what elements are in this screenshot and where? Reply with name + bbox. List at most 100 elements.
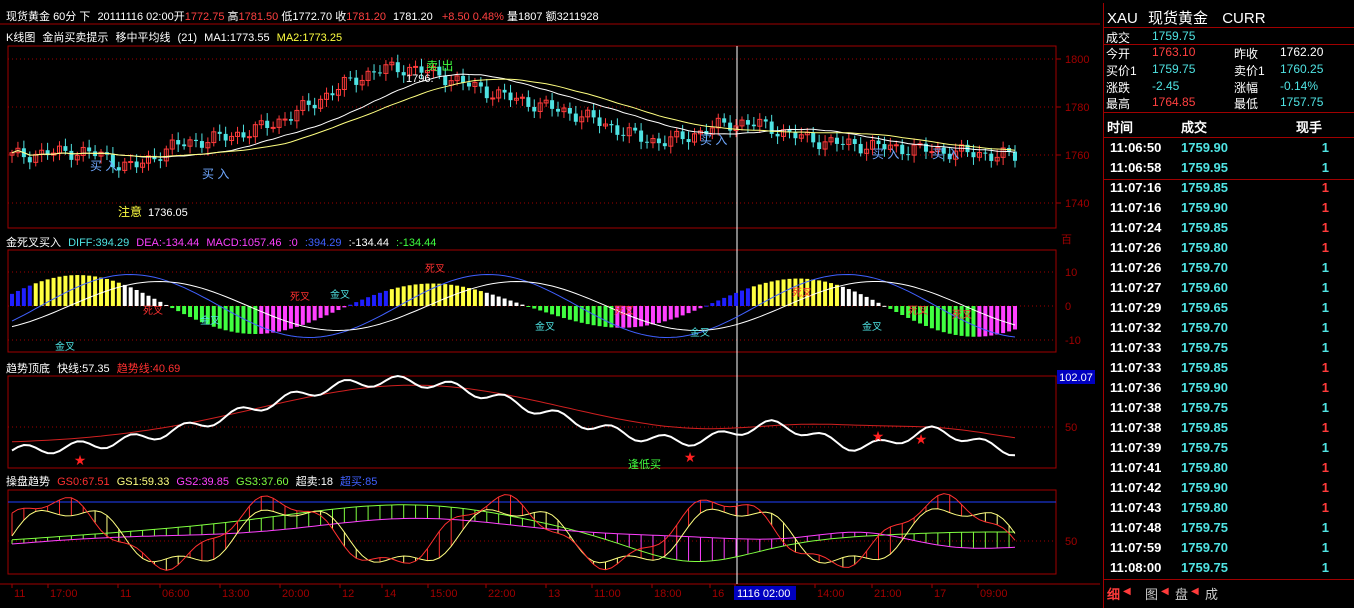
tick-price: 1759.85 xyxy=(1181,360,1228,375)
fast-line xyxy=(11,374,1016,457)
tab-book[interactable]: 盘 xyxy=(1175,584,1188,603)
macd-bar xyxy=(342,306,347,308)
candle xyxy=(270,126,276,129)
trend-name[interactable]: 趋势顶底 xyxy=(6,363,50,375)
macd-bar xyxy=(413,284,418,306)
x-tick-label: 13 xyxy=(548,588,560,600)
macd-bar xyxy=(461,286,466,306)
macd-bar xyxy=(306,306,311,323)
tick-row[interactable]: 11:07:42 1759.90 1 xyxy=(1104,480,1354,500)
tick-row[interactable]: 11:07:39 1759.75 1 xyxy=(1104,440,1354,460)
chart-area[interactable]: 1800 1780 1760 1740 10 0 -10 50 50 百 102.07 买 入买 入买… xyxy=(0,0,1100,608)
x-tick-label: 16 xyxy=(712,588,724,600)
tick-row[interactable]: 11:06:58 1759.95 1 xyxy=(1104,160,1354,180)
x-tick-label: 11:00 xyxy=(594,588,621,600)
macd-bar xyxy=(888,306,893,309)
x-tick-label: 11 xyxy=(14,588,25,600)
candle xyxy=(662,143,667,147)
kline-ind1[interactable]: 金尚买卖提示 xyxy=(42,32,108,44)
macd-bar xyxy=(81,275,86,306)
macd-bar xyxy=(348,304,353,306)
tick-row[interactable]: 11:07:26 1759.80 1 xyxy=(1104,240,1354,260)
tick-row[interactable]: 11:07:16 1759.85 1 xyxy=(1104,180,1354,200)
tick-row[interactable]: 11:07:27 1759.60 1 xyxy=(1104,280,1354,300)
candle xyxy=(621,134,626,136)
macd-bar xyxy=(110,280,115,306)
candle xyxy=(609,124,614,126)
candle xyxy=(419,66,424,73)
macd-bar xyxy=(852,291,857,306)
op-name[interactable]: 操盘趋势 xyxy=(6,476,50,488)
macd-bar xyxy=(840,286,845,306)
divider xyxy=(1104,137,1354,138)
tick-row[interactable]: 11:07:29 1759.65 1 xyxy=(1104,300,1354,320)
macd-bar xyxy=(739,290,744,306)
candle xyxy=(633,127,638,131)
macd-bar xyxy=(573,306,578,322)
macd-bar xyxy=(128,287,133,306)
tick-row[interactable]: 11:07:59 1759.70 1 xyxy=(1104,540,1354,560)
tab-trades[interactable]: 成 xyxy=(1205,584,1218,603)
candle xyxy=(656,138,661,144)
macd-bar xyxy=(104,278,109,306)
macd-bar xyxy=(443,284,448,306)
candle xyxy=(182,144,187,147)
trend-line-value: 趋势线:40.69 xyxy=(116,363,181,375)
op-overbought: 超买:85 xyxy=(340,476,378,488)
macd-bar xyxy=(882,305,887,307)
chart-canvas[interactable]: 1800178017601740100-105050百102.07买 入买 入买… xyxy=(0,0,1100,608)
tick-row[interactable]: 11:07:43 1759.80 1 xyxy=(1104,500,1354,520)
kline-ind2[interactable]: 移中平均线 xyxy=(115,32,170,44)
tick-row[interactable]: 11:07:32 1759.70 1 xyxy=(1104,320,1354,340)
tick-row[interactable]: 11:07:41 1759.80 1 xyxy=(1104,460,1354,480)
macd-bar xyxy=(484,292,489,306)
pane-frame xyxy=(7,489,1057,575)
tick-row[interactable]: 11:07:16 1759.90 1 xyxy=(1104,200,1354,220)
tick-row[interactable]: 11:06:50 1759.90 1 xyxy=(1104,140,1354,160)
x-tick-label: 09:00 xyxy=(980,588,1008,600)
candle xyxy=(176,140,181,145)
quote-title: XAU 现货黄金 CURR xyxy=(1107,7,1266,28)
tab-chart[interactable]: 图 xyxy=(1145,584,1158,603)
quote-chg-pct: -0.14% xyxy=(1280,79,1319,93)
candle xyxy=(484,86,489,99)
macd-bar xyxy=(502,298,507,306)
tick-volume: 1 xyxy=(1321,180,1329,195)
quote-high: 1764.85 xyxy=(1152,95,1196,109)
kline-ma-param: (21) xyxy=(177,32,198,44)
tab-detail[interactable]: 细 xyxy=(1107,584,1120,603)
tick-row[interactable]: 11:07:38 1759.85 1 xyxy=(1104,420,1354,440)
candle xyxy=(1013,151,1017,161)
tick-row[interactable]: 11:07:38 1759.75 1 xyxy=(1104,400,1354,420)
macd-bar xyxy=(134,289,139,306)
header-change-pct: 0.48% xyxy=(472,11,504,23)
tick-price: 1759.75 xyxy=(1181,340,1228,355)
tick-row[interactable]: 11:08:00 1759.75 1 xyxy=(1104,560,1354,580)
candle xyxy=(811,132,816,143)
macd-diff: DIFF:394.29 xyxy=(68,237,130,249)
divider xyxy=(1104,579,1354,580)
candle xyxy=(241,132,246,138)
candle xyxy=(372,71,377,73)
header-arrow: 下 xyxy=(79,11,91,23)
macd-bar xyxy=(330,306,335,313)
tick-row[interactable]: 11:07:48 1759.75 1 xyxy=(1104,520,1354,540)
candle xyxy=(354,77,359,85)
tick-row[interactable]: 11:07:33 1759.85 1 xyxy=(1104,360,1354,380)
macd-bar xyxy=(170,306,175,309)
macd-bar xyxy=(229,306,234,332)
candle xyxy=(330,93,335,96)
kline-name[interactable]: K线图 xyxy=(6,32,35,44)
tick-row[interactable]: 11:07:33 1759.75 1 xyxy=(1104,340,1354,360)
macd-bar xyxy=(858,294,863,306)
macd-bar xyxy=(377,292,382,306)
quote-bid: 1759.75 xyxy=(1152,62,1196,76)
death-cross-label: 死叉 xyxy=(952,309,972,321)
x-tick-label: 14 xyxy=(384,588,396,600)
quote-ask: 1760.25 xyxy=(1280,62,1324,76)
macd-name[interactable]: 金死叉买入 xyxy=(6,237,61,249)
tick-row[interactable]: 11:07:36 1759.90 1 xyxy=(1104,380,1354,400)
death-cross-label: 死叉 xyxy=(614,305,634,317)
tick-row[interactable]: 11:07:24 1759.85 1 xyxy=(1104,220,1354,240)
tick-row[interactable]: 11:07:26 1759.70 1 xyxy=(1104,260,1354,280)
